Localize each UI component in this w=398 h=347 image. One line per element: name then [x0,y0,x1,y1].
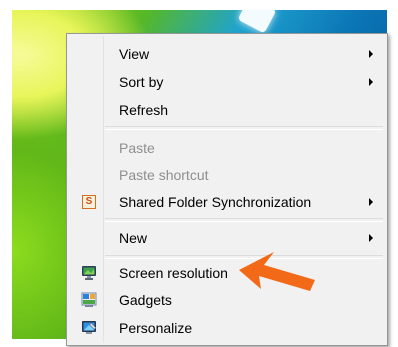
menu-item-personalize[interactable]: Personalize [69,316,385,340]
desktop-context-menu: View Sort by Refresh Paste Paste shortcu… [66,33,388,346]
menu-item-label: Paste [119,140,155,156]
shared-folder-sync-icon: S [82,195,96,209]
submenu-arrow-icon [369,198,373,206]
menu-item-paste-shortcut[interactable]: Paste shortcut [69,163,385,187]
menu-item-label: New [119,230,148,246]
menu-item-paste[interactable]: Paste [69,136,385,160]
menu-item-refresh[interactable]: Refresh [69,98,385,122]
menu-item-label: Sort by [119,74,164,90]
menu-item-sort-by[interactable]: Sort by [69,70,385,94]
menu-item-label: View [119,46,150,62]
submenu-arrow-icon [369,234,373,242]
menu-item-label: Personalize [119,320,193,336]
menu-item-label: Refresh [119,102,169,118]
menu-item-new[interactable]: New [69,226,385,250]
gadgets-icon [81,292,97,307]
menu-item-gadgets[interactable]: Gadgets [69,288,385,312]
menu-separator [105,218,383,222]
menu-separator [105,126,383,130]
personalize-icon [82,321,97,334]
menu-item-label: Shared Folder Synchronization [119,194,312,210]
orange-arrow-icon [239,252,315,291]
menu-item-view[interactable]: View [69,42,385,66]
screen-resolution-icon [82,266,96,280]
menu-item-label: Paste shortcut [119,167,209,183]
windows-logo-fragment [237,10,277,34]
menu-item-shared-folder-synchronization[interactable]: S Shared Folder Synchronization [69,190,385,214]
menu-item-label: Screen resolution [119,265,228,281]
submenu-arrow-icon [369,78,373,86]
menu-item-screen-resolution[interactable]: Screen resolution [69,261,385,285]
menu-item-label: Gadgets [119,292,172,308]
submenu-arrow-icon [369,50,373,58]
